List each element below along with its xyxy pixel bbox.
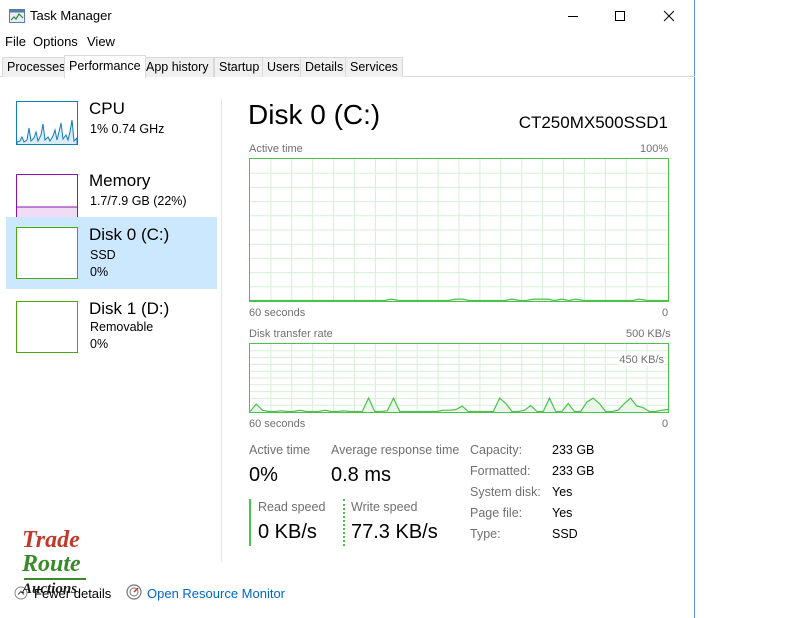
tab-users[interactable]: Users <box>262 57 305 77</box>
menu-options[interactable]: Options <box>33 34 78 49</box>
capacity-label: Capacity: <box>470 443 523 457</box>
disk-model: CT250MX500SSD1 <box>518 113 668 132</box>
minimize-button[interactable] <box>550 0 596 32</box>
write-speed-value: 77.3 KB/s <box>351 521 438 543</box>
page-title: Disk 0 (C:) <box>248 99 381 130</box>
watermark-line-3: Auctions <box>22 581 78 597</box>
sidebar-usage-disk1: 0% <box>90 337 109 351</box>
sidebar-type-disk1: Removable <box>90 320 154 334</box>
sidebar-label-cpu: CPU <box>89 99 125 118</box>
sidebar-item-disk0[interactable]: Disk 0 (C:) SSD 0% <box>6 217 217 289</box>
page-file-label: Page file: <box>470 506 523 520</box>
read-speed-value: 0 KB/s <box>258 521 317 543</box>
maximize-button[interactable] <box>597 0 643 32</box>
disk0-thumbnail-graph <box>16 227 78 279</box>
sidebar-label-disk0: Disk 0 (C:) <box>89 225 170 244</box>
memory-sparkline <box>17 206 77 217</box>
capacity-value: 233 GB <box>552 443 595 457</box>
disk1-thumbnail-graph <box>16 301 78 353</box>
transfer-rate-marker: 450 KB/s <box>619 354 664 366</box>
tab-app-history[interactable]: App history <box>141 57 214 77</box>
type-value: SSD <box>552 527 578 541</box>
type-label: Type: <box>470 527 501 541</box>
task-manager-icon <box>9 9 25 23</box>
title-bar[interactable]: Task Manager <box>0 0 695 32</box>
resource-monitor-icon <box>126 584 142 600</box>
sidebar-label-memory: Memory <box>89 171 151 190</box>
read-speed-indicator <box>249 499 251 546</box>
watermark-line-2: Route <box>22 551 81 577</box>
active-time-value: 0% <box>249 464 278 486</box>
transfer-rate-graph-span: 60 seconds <box>249 418 306 430</box>
system-disk-label: System disk: <box>470 485 541 499</box>
sidebar-item-cpu[interactable]: CPU 1% 0.74 GHz <box>6 95 217 167</box>
active-time-graph <box>249 158 669 302</box>
formatted-value: 233 GB <box>552 464 595 478</box>
tab-services[interactable]: Services <box>345 57 403 77</box>
transfer-rate-graph-max: 500 KB/s <box>626 328 671 340</box>
active-time-label: Active time <box>249 443 311 457</box>
sidebar-label-disk1: Disk 1 (D:) <box>89 299 170 318</box>
footer: Fewer details Open Resource Monitor <box>0 578 694 618</box>
page-file-value: Yes <box>552 506 573 520</box>
transfer-rate-graph-min: 0 <box>662 418 669 430</box>
menu-view[interactable]: View <box>87 34 115 49</box>
sidebar-item-disk1[interactable]: Disk 1 (D:) Removable 0% <box>6 291 217 363</box>
formatted-label: Formatted: <box>470 464 531 478</box>
active-time-graph-span: 60 seconds <box>249 307 306 319</box>
sidebar-type-disk0: SSD <box>90 248 116 262</box>
tab-processes[interactable]: Processes <box>2 57 71 77</box>
transfer-rate-graph-label: Disk transfer rate <box>249 328 333 340</box>
tab-bar: Processes Performance App history Startu… <box>0 55 695 78</box>
watermark-line-1: Trade <box>22 527 80 553</box>
tab-startup[interactable]: Startup <box>214 57 265 77</box>
read-speed-label: Read speed <box>258 500 326 514</box>
memory-thumbnail-graph <box>16 174 78 218</box>
cpu-thumbnail-graph <box>16 101 78 145</box>
active-time-chart <box>250 159 668 301</box>
system-disk-value: Yes <box>552 485 573 499</box>
trade-route-watermark: Trade Route Auctions <box>22 527 86 598</box>
transfer-rate-graph: 450 KB/s <box>249 343 669 413</box>
active-time-graph-max: 100% <box>640 143 669 155</box>
window-title: Task Manager <box>30 8 112 23</box>
avg-response-label: Average response time <box>331 443 460 457</box>
tab-performance[interactable]: Performance <box>64 55 146 78</box>
active-time-graph-min: 0 <box>662 307 669 319</box>
avg-response-value: 0.8 ms <box>331 464 392 486</box>
write-speed-indicator <box>343 499 345 546</box>
performance-panel: CPU 1% 0.74 GHz Memory 1.7/7.9 GB (22%) … <box>0 77 694 578</box>
sidebar-divider[interactable] <box>221 99 222 562</box>
active-time-graph-label: Active time <box>249 143 303 155</box>
tab-details[interactable]: Details <box>300 57 349 77</box>
minimize-icon <box>568 16 578 17</box>
maximize-icon <box>615 11 625 21</box>
cpu-sparkline <box>17 119 77 144</box>
open-resource-monitor-link[interactable]: Open Resource Monitor <box>147 586 285 601</box>
close-button[interactable] <box>646 0 692 32</box>
watermark-underline <box>24 578 86 580</box>
menu-file[interactable]: File <box>5 34 26 49</box>
sidebar-detail-memory: 1.7/7.9 GB (22%) <box>90 194 187 208</box>
sidebar-usage-disk0: 0% <box>90 265 109 279</box>
close-icon <box>663 10 675 22</box>
write-speed-label: Write speed <box>351 500 418 514</box>
transfer-rate-chart <box>250 344 668 412</box>
task-manager-window: Task Manager File Options View Processes… <box>0 0 695 618</box>
sidebar-detail-cpu: 1% 0.74 GHz <box>90 122 165 136</box>
